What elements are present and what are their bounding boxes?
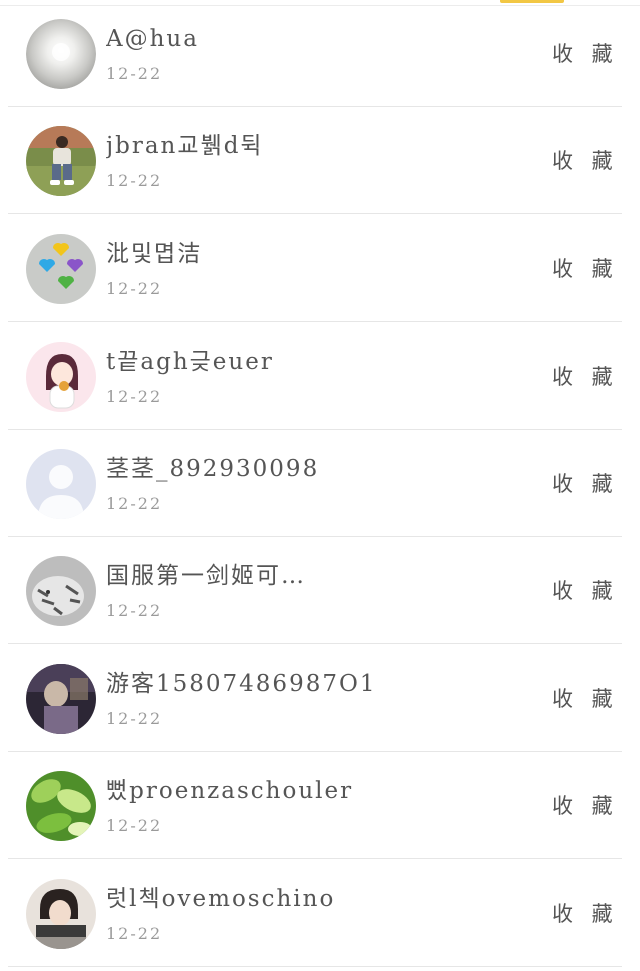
list-item[interactable]: A@hua 12-22 收 藏 [0,0,640,107]
user-name: 뻤proenzaschouler [106,778,354,804]
divider [8,321,622,322]
date-label: 12-22 [106,387,163,406]
person-on-grass-avatar[interactable] [26,126,96,196]
divider [8,966,622,967]
colored-hearts-avatar[interactable] [26,234,96,304]
collect-button[interactable]: 收 藏 [552,253,619,285]
date-label: 12-22 [106,924,163,943]
grey-orb-avatar[interactable] [26,19,96,89]
collect-button[interactable]: 收 藏 [552,361,619,393]
list-item[interactable]: 뻤proenzaschouler 12-22 收 藏 [0,752,640,859]
user-name: 国服第一剑姬可… [106,563,306,589]
collect-button[interactable]: 收 藏 [552,790,619,822]
date-label: 12-22 [106,171,163,190]
divider [8,643,622,644]
user-name: A@hua [106,26,199,52]
user-name: 럿l첵ovemoschino [106,886,336,912]
list-item[interactable]: jbran교뷁d뒥 12-22 收 藏 [0,107,640,214]
list-item[interactable]: 国服第一剑姬可… 12-22 收 藏 [0,537,640,644]
collect-button[interactable]: 收 藏 [552,575,619,607]
date-label: 12-22 [106,601,163,620]
divider [8,213,622,214]
list-item[interactable]: 럿l첵ovemoschino 12-22 收 藏 [0,860,640,967]
user-name: t끝agh긎euer [106,349,274,375]
user-name: 沘및몁洁 [106,241,203,267]
date-label: 12-22 [106,279,163,298]
user-name: 茎茎_892930098 [106,456,320,482]
list-item[interactable]: 茎茎_892930098 12-22 收 藏 [0,430,640,537]
cartoon-girl-avatar[interactable] [26,342,96,412]
collect-button[interactable]: 收 藏 [552,468,619,500]
date-label: 12-22 [106,709,163,728]
collect-button[interactable]: 收 藏 [552,38,619,70]
user-name: jbran교뷁d뒥 [106,133,264,159]
collect-button[interactable]: 收 藏 [552,683,619,715]
date-label: 12-22 [106,64,163,83]
default-silhouette-avatar[interactable] [26,449,96,519]
date-label: 12-22 [106,816,163,835]
user-name: 游客15807486987O1 [106,671,377,697]
collect-button[interactable]: 收 藏 [552,898,619,930]
green-leaves-avatar[interactable] [26,771,96,841]
list-item[interactable]: 游客15807486987O1 12-22 收 藏 [0,645,640,752]
person-photo-avatar[interactable] [26,879,96,949]
list-item[interactable]: 沘및몁洁 12-22 收 藏 [0,215,640,322]
divider [8,858,622,859]
collect-button[interactable]: 收 藏 [552,145,619,177]
date-label: 12-22 [106,494,163,513]
list-item[interactable]: t끝agh긎euer 12-22 收 藏 [0,323,640,430]
white-tiger-avatar[interactable] [26,556,96,626]
dark-photo-avatar[interactable] [26,664,96,734]
